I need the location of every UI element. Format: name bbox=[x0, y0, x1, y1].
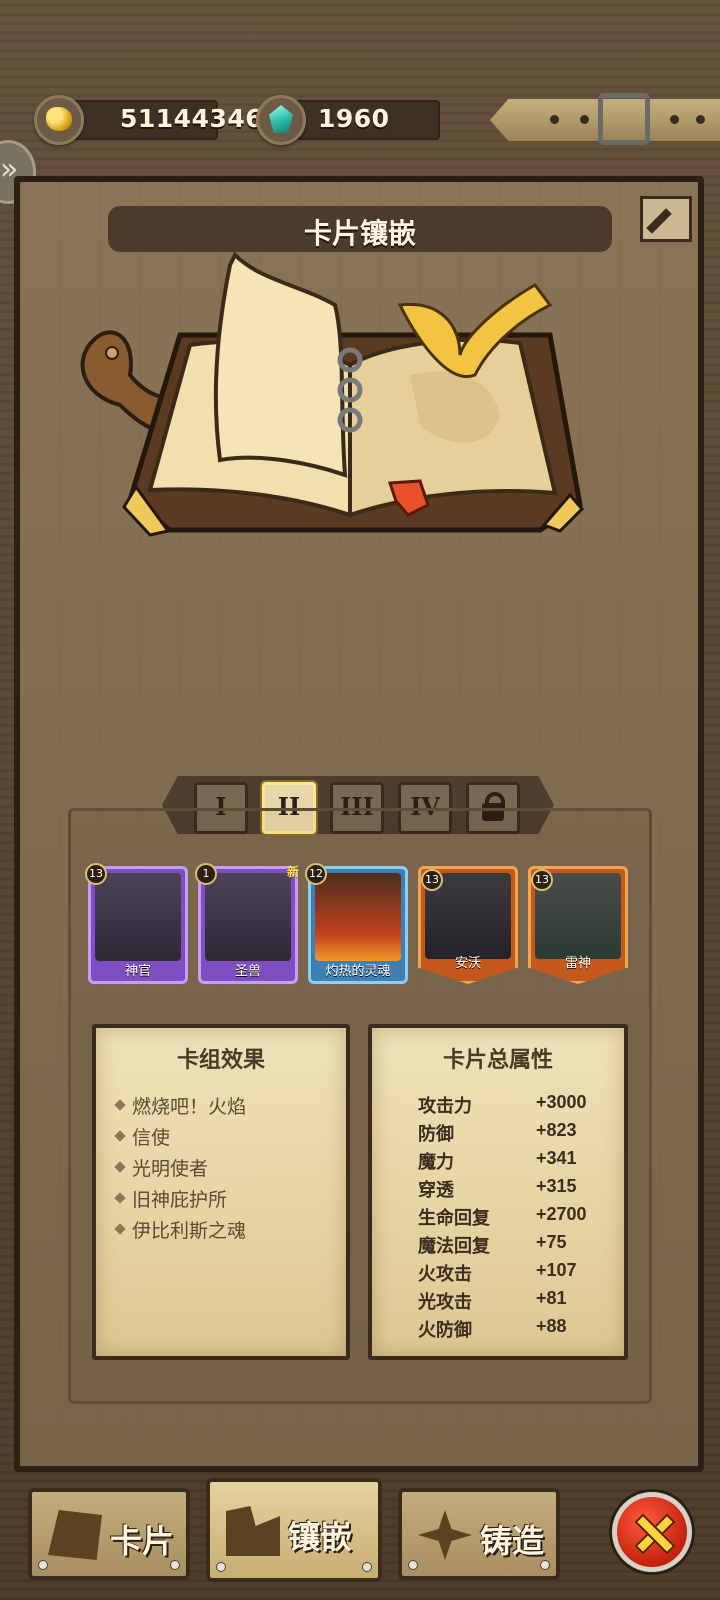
close-icon[interactable] bbox=[612, 1492, 692, 1572]
stat-row: 魔法回复 +75 bbox=[418, 1230, 618, 1258]
forge-tab-button[interactable]: 铸造 bbox=[398, 1488, 560, 1580]
cards-tab-button[interactable]: 卡片 bbox=[28, 1488, 190, 1580]
card-stats-header: 卡片总属性 bbox=[442, 1048, 553, 1073]
stat-row: 火攻击 +107 bbox=[418, 1258, 618, 1286]
stat-value: +75 bbox=[536, 1232, 567, 1252]
stat-value: +107 bbox=[536, 1260, 577, 1280]
stat-value: +81 bbox=[536, 1288, 567, 1308]
stat-label: 火防御 bbox=[418, 1320, 472, 1341]
list-item: 伊比利斯之魂 bbox=[116, 1216, 246, 1247]
gem-icon bbox=[256, 95, 306, 145]
stat-value: +2700 bbox=[536, 1204, 587, 1224]
deck-effects-list: 燃烧吧！火焰 信使 光明使者 旧神庇护所 伊比利斯之魂 bbox=[116, 1092, 246, 1247]
stat-row: 魔力 +341 bbox=[418, 1146, 618, 1174]
inlay-tab-label: 镶嵌 bbox=[288, 1518, 353, 1556]
brush-icon[interactable] bbox=[640, 196, 692, 242]
stat-row: 攻击力 +3000 bbox=[418, 1090, 618, 1118]
card-art bbox=[205, 873, 291, 961]
stat-label: 魔法回复 bbox=[418, 1236, 490, 1257]
stat-label: 穿透 bbox=[418, 1180, 454, 1201]
card-slot[interactable]: 13 雷神 bbox=[528, 866, 628, 984]
card-name: 圣兽 bbox=[234, 964, 261, 979]
stat-label: 攻击力 bbox=[418, 1096, 472, 1117]
stat-value: +315 bbox=[536, 1176, 577, 1196]
card-slot[interactable]: 12 灼热的灵魂 bbox=[305, 863, 408, 984]
card-name: 雷神 bbox=[564, 956, 591, 971]
gold-ore-icon bbox=[34, 95, 84, 145]
card-level-badge: 1 bbox=[195, 863, 217, 885]
card-stats-list[interactable]: 攻击力 +3000 防御 +823 魔力 +341 穿透 +315 生命回复 +2700 … bbox=[418, 1090, 618, 1342]
card-art bbox=[95, 873, 181, 961]
stat-row: 生命回复 +2700 bbox=[418, 1202, 618, 1230]
gem-value: 1960 bbox=[318, 104, 390, 133]
stat-label: 生命回复 bbox=[418, 1208, 490, 1229]
list-item: 旧神庇护所 bbox=[116, 1185, 246, 1216]
card-slot[interactable]: 13 神官 bbox=[85, 863, 188, 984]
deck-effects-header: 卡组效果 bbox=[176, 1048, 265, 1073]
stat-label: 光攻击 bbox=[418, 1292, 472, 1313]
card-name: 灼热的灵魂 bbox=[325, 964, 391, 979]
card-level-badge: 12 bbox=[305, 863, 327, 885]
stat-label: 火攻击 bbox=[418, 1264, 472, 1285]
forge-icon bbox=[418, 1510, 472, 1560]
card-slot[interactable]: 13 安沃 bbox=[418, 866, 518, 984]
stat-row: 穿透 +315 bbox=[418, 1174, 618, 1202]
stat-row: 防御 +823 bbox=[418, 1118, 618, 1146]
card-level-badge: 13 bbox=[421, 869, 443, 891]
stat-value: +3000 bbox=[536, 1092, 587, 1112]
list-item: 信使 bbox=[116, 1123, 246, 1154]
stat-value: +88 bbox=[536, 1316, 567, 1336]
card-art bbox=[315, 873, 401, 961]
list-item: 光明使者 bbox=[116, 1154, 246, 1185]
book-illustration bbox=[80, 251, 585, 537]
card-stats-panel: 卡片总属性 攻击力 +3000 防御 +823 魔力 +341 穿透 +315 生命回复… bbox=[368, 1024, 628, 1360]
card-slot[interactable]: 1 新 圣兽 bbox=[195, 863, 299, 984]
forge-tab-label: 铸造 bbox=[480, 1522, 545, 1560]
inlay-tab-button[interactable]: 镶嵌 bbox=[206, 1478, 382, 1582]
stat-label: 防御 bbox=[418, 1124, 454, 1145]
card-level-badge: 13 bbox=[85, 863, 107, 885]
stat-row: 光攻击 +81 bbox=[418, 1286, 618, 1314]
stat-value: +823 bbox=[536, 1120, 577, 1140]
cards-icon bbox=[48, 1510, 102, 1560]
stat-label: 魔力 bbox=[418, 1152, 454, 1173]
belt-decoration bbox=[490, 93, 720, 147]
stat-row: 火防御 +88 bbox=[418, 1314, 618, 1342]
gem-counter: 1960 bbox=[256, 95, 440, 145]
list-item: 燃烧吧！火焰 bbox=[116, 1092, 246, 1123]
gold-counter: 511443464 bbox=[34, 95, 281, 145]
cards-tab-label: 卡片 bbox=[110, 1522, 175, 1560]
card-name: 安沃 bbox=[454, 956, 481, 971]
stat-value: +341 bbox=[536, 1148, 577, 1168]
card-name: 神官 bbox=[124, 964, 151, 979]
inlay-icon bbox=[226, 1506, 280, 1556]
new-badge: 新 bbox=[286, 865, 299, 879]
card-level-badge: 13 bbox=[531, 869, 553, 891]
deck-effects-panel: 卡组效果 燃烧吧！火焰 信使 光明使者 旧神庇护所 伊比利斯之魂 bbox=[92, 1024, 350, 1360]
